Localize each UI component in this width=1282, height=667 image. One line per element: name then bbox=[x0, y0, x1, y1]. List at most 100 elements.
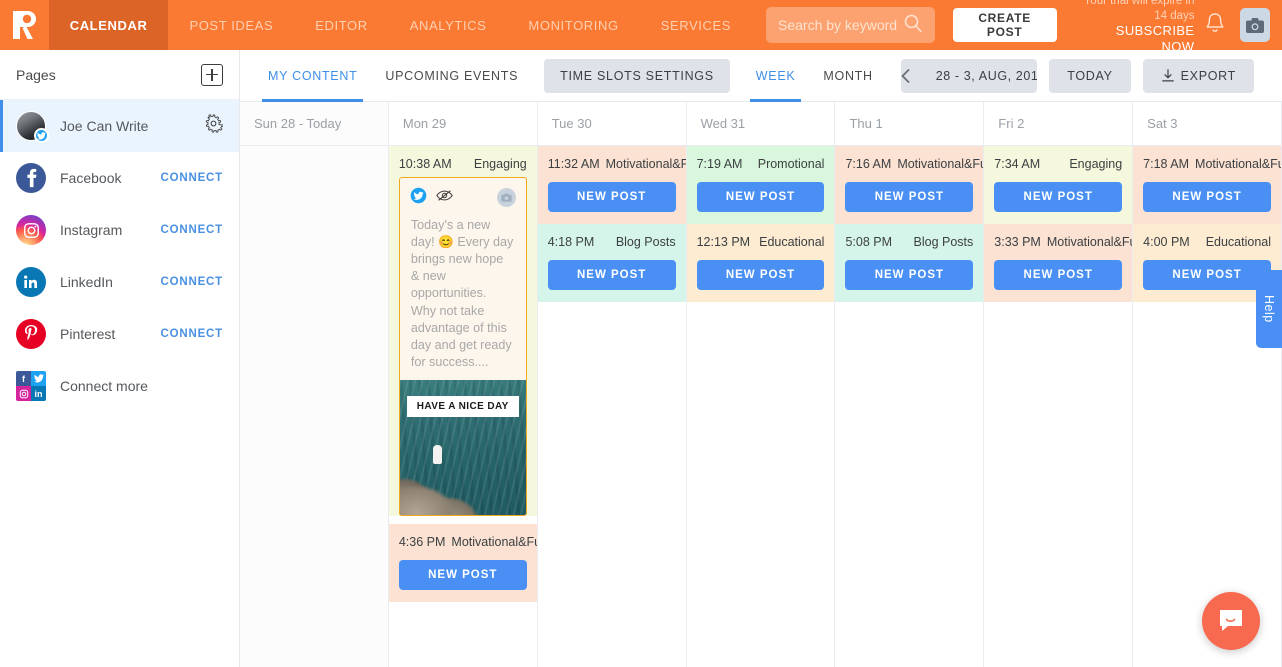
nav-item-post-ideas[interactable]: POST IDEAS bbox=[168, 0, 294, 50]
post-image-person bbox=[432, 444, 442, 464]
new-post-button[interactable]: NEW POST bbox=[547, 259, 676, 290]
sidebar-item-linkedin[interactable]: LinkedIn CONNECT bbox=[0, 256, 239, 308]
column-header: Fri 2 bbox=[984, 102, 1133, 146]
scheduled-post-card[interactable]: Today's a new day! 😊 Every day brings ne… bbox=[398, 176, 527, 516]
slot-category: Blog Posts bbox=[615, 234, 676, 249]
screenshot-button[interactable] bbox=[1240, 8, 1270, 42]
slot-category: Blog Posts bbox=[913, 234, 974, 249]
time-slot[interactable]: 11:32 AM Motivational&Fun NEW POST bbox=[537, 146, 686, 224]
nav-item-editor[interactable]: EDITOR bbox=[294, 0, 388, 50]
search-input[interactable] bbox=[778, 17, 897, 33]
tab-month-view[interactable]: MONTH bbox=[809, 50, 886, 102]
nav-label: SERVICES bbox=[660, 17, 731, 33]
gear-icon[interactable] bbox=[204, 114, 225, 138]
sidebar-item-joe-can-write[interactable]: Joe Can Write bbox=[0, 100, 239, 152]
slot-category: Motivational&Fun bbox=[1195, 157, 1281, 171]
twitter-icon bbox=[410, 187, 427, 209]
time-slot[interactable]: 7:19 AM Promotional NEW POST bbox=[686, 146, 835, 224]
tab-my-content[interactable]: MY CONTENT bbox=[254, 50, 371, 102]
slot-time: 4:00 PM bbox=[1143, 234, 1190, 249]
new-post-button[interactable]: NEW POST bbox=[547, 181, 676, 212]
slot-header: 11:32 AM Motivational&Fun bbox=[548, 156, 686, 173]
add-page-button[interactable] bbox=[201, 63, 223, 86]
column-header: Mon 29 bbox=[388, 102, 537, 146]
slot-time: 7:34 AM bbox=[994, 157, 1041, 171]
column-body[interactable] bbox=[240, 146, 388, 667]
column-body[interactable]: 7:18 AM Motivational&Fun NEW POST 4:00 P… bbox=[1133, 146, 1282, 667]
time-slot[interactable]: 12:13 PM Educational NEW POST bbox=[686, 223, 835, 302]
twitter-icon bbox=[34, 128, 49, 143]
column-body[interactable]: 7:16 AM Motivational&Fun NEW POST 5:08 P… bbox=[835, 146, 984, 667]
sidebar-item-facebook[interactable]: Facebook CONNECT bbox=[0, 152, 239, 204]
time-slot[interactable]: 10:38 AM Engaging Today's a new day! 😊 E… bbox=[388, 146, 537, 516]
time-slot[interactable]: 7:18 AM Motivational&Fun NEW POST bbox=[1133, 146, 1282, 224]
column-body[interactable]: 11:32 AM Motivational&Fun NEW POST 4:18 … bbox=[537, 146, 686, 667]
help-tab-label: Help bbox=[1262, 295, 1276, 323]
search-box[interactable] bbox=[766, 7, 935, 43]
tab-label: MY CONTENT bbox=[268, 68, 358, 83]
slot-header: 4:00 PM Educational bbox=[1143, 234, 1271, 251]
create-post-button[interactable]: CREATE POST bbox=[952, 8, 1057, 42]
time-slot[interactable]: 3:33 PM Motivational&Fun NEW POST bbox=[984, 223, 1133, 302]
tab-week-view[interactable]: WEEK bbox=[742, 50, 810, 102]
time-slot[interactable]: 4:18 PM Blog Posts NEW POST bbox=[537, 223, 686, 302]
slot-header: 5:08 PM Blog Posts bbox=[845, 234, 973, 251]
notifications-bell-button[interactable] bbox=[1204, 11, 1226, 40]
nav-item-calendar[interactable]: CALENDAR bbox=[48, 0, 169, 50]
new-post-button[interactable]: NEW POST bbox=[398, 559, 527, 590]
nav-item-services[interactable]: SERVICES bbox=[640, 0, 752, 50]
new-post-button[interactable]: NEW POST bbox=[845, 259, 974, 290]
column-body[interactable]: 7:19 AM Promotional NEW POST 12:13 PM Ed… bbox=[686, 146, 835, 667]
tab-label: WEEK bbox=[755, 68, 796, 83]
new-post-button[interactable]: NEW POST bbox=[1143, 181, 1272, 212]
tab-upcoming-events[interactable]: UPCOMING EVENTS bbox=[371, 50, 532, 102]
top-navigation-bar: CALENDAR POST IDEAS EDITOR ANALYTICS MON… bbox=[0, 0, 1282, 54]
help-tab-button[interactable]: Help bbox=[1256, 270, 1282, 348]
new-post-button[interactable]: NEW POST bbox=[696, 259, 825, 290]
export-button[interactable]: EXPORT bbox=[1142, 58, 1254, 93]
connect-pinterest-button[interactable]: CONNECT bbox=[161, 328, 223, 340]
connect-instagram-button[interactable]: CONNECT bbox=[161, 224, 223, 236]
sidebar-item-pinterest[interactable]: Pinterest CONNECT bbox=[0, 308, 239, 360]
time-slot[interactable]: 7:34 AM Engaging NEW POST bbox=[984, 146, 1133, 224]
column-header: Thu 1 bbox=[835, 102, 984, 146]
slot-time: 10:38 AM bbox=[398, 157, 452, 171]
avatar bbox=[16, 111, 49, 143]
column-body[interactable]: 10:38 AM Engaging Today's a new day! 😊 E… bbox=[388, 146, 537, 667]
sidebar-item-connect-more[interactable]: f in Connect more bbox=[0, 360, 239, 412]
previous-week-button[interactable] bbox=[901, 59, 910, 93]
nav-item-monitoring[interactable]: MONITORING bbox=[507, 0, 639, 50]
time-slots-settings-button[interactable]: TIME SLOTS SETTINGS bbox=[544, 58, 730, 93]
column-body[interactable]: 7:34 AM Engaging NEW POST 3:33 PM Motiva… bbox=[984, 146, 1133, 667]
connect-more-icon: f in bbox=[16, 371, 46, 401]
today-button[interactable]: TODAY bbox=[1049, 58, 1131, 93]
sidebar-item-instagram[interactable]: Instagram CONNECT bbox=[0, 204, 239, 256]
slot-header-wrap: 10:38 AM Engaging bbox=[389, 146, 537, 177]
post-text: Today's a new day! 😊 Every day brings ne… bbox=[410, 217, 514, 369]
time-slot[interactable]: 5:08 PM Blog Posts NEW POST bbox=[835, 223, 984, 302]
sidebar-item-label: Connect more bbox=[60, 378, 148, 394]
new-post-button[interactable]: NEW POST bbox=[845, 181, 974, 212]
camera-icon[interactable] bbox=[496, 188, 516, 208]
today-label: TODAY bbox=[1067, 68, 1113, 83]
nav-label: ANALYTICS bbox=[409, 17, 487, 33]
new-post-button[interactable]: NEW POST bbox=[994, 181, 1123, 212]
eye-slash-icon[interactable] bbox=[436, 188, 453, 208]
connect-linkedin-button[interactable]: CONNECT bbox=[161, 276, 223, 288]
download-icon bbox=[1161, 68, 1174, 82]
new-post-button[interactable]: NEW POST bbox=[696, 181, 825, 212]
pages-sidebar: Pages Joe Can Write Facebook CONNECT Ins… bbox=[0, 50, 240, 667]
trial-expiry-text: Your trial will expire in 14 days bbox=[1083, 0, 1195, 22]
nav-label: EDITOR bbox=[315, 17, 368, 33]
nav-item-analytics[interactable]: ANALYTICS bbox=[389, 0, 508, 50]
chat-launcher-button[interactable] bbox=[1202, 592, 1260, 650]
trial-notice[interactable]: Your trial will expire in 14 days SUBSCR… bbox=[1081, 0, 1195, 56]
time-slot[interactable]: 7:16 AM Motivational&Fun NEW POST bbox=[835, 146, 984, 224]
new-post-button[interactable]: NEW POST bbox=[1143, 259, 1272, 290]
connect-facebook-button[interactable]: CONNECT bbox=[161, 172, 223, 184]
time-slot[interactable]: 4:36 PM Motivational&Fun NEW POST bbox=[388, 524, 537, 602]
app-logo[interactable] bbox=[0, 0, 49, 50]
nav-label: POST IDEAS bbox=[189, 17, 274, 33]
slot-header: 4:36 PM Motivational&Fun bbox=[399, 534, 537, 551]
new-post-button[interactable]: NEW POST bbox=[994, 259, 1123, 290]
